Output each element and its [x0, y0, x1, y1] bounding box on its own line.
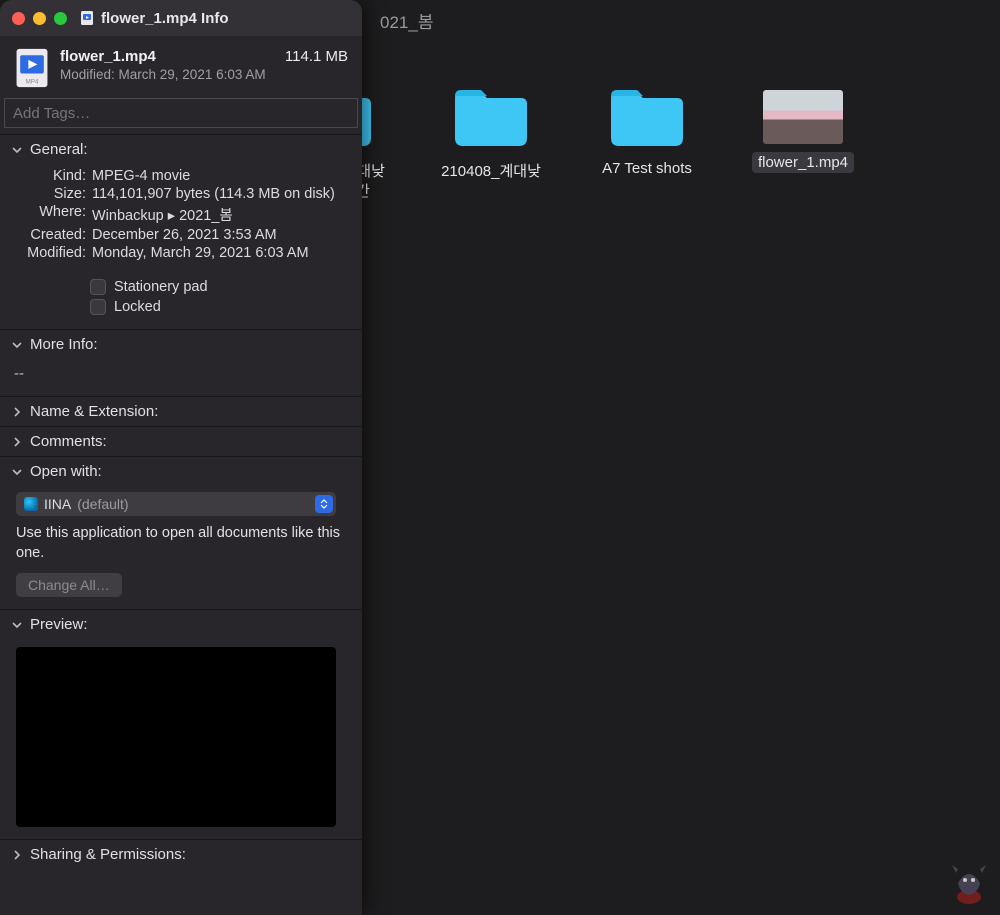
finder-item[interactable]: A7 Test shots [572, 80, 722, 183]
file-icon: MP4 [14, 48, 50, 88]
close-button[interactable] [12, 12, 25, 25]
section-comments: Comments: [0, 426, 362, 456]
locked-row: Locked [90, 299, 350, 315]
summary: MP4 flower_1.mp4 114.1 MB Modified: Marc… [0, 36, 362, 98]
info-window: flower_1.mp4 Info MP4 flower_1.mp4 114.1… [0, 0, 362, 915]
chevron-right-icon [10, 435, 24, 449]
locked-checkbox[interactable] [90, 299, 106, 315]
kind-value: MPEG-4 movie [92, 168, 350, 184]
mascot-icon [948, 855, 990, 905]
section-header[interactable]: Name & Extension: [0, 397, 362, 426]
window-title-text: flower_1.mp4 Info [101, 10, 229, 27]
where-label: Where: [12, 204, 86, 225]
tags-input[interactable] [4, 98, 358, 128]
change-all-button[interactable]: Change All… [16, 573, 122, 597]
finder-item-label: 210408_계대낮 [435, 158, 547, 183]
section-title: Comments: [30, 433, 107, 450]
section-header[interactable]: General: [0, 135, 362, 164]
stationery-row: Stationery pad [90, 279, 350, 295]
chevron-right-icon [10, 405, 24, 419]
section-header[interactable]: More Info: [0, 330, 362, 359]
select-arrows-icon [315, 495, 333, 513]
modified-label: Modified: [12, 245, 86, 261]
folder-icon [607, 80, 687, 150]
titlebar: flower_1.mp4 Info [0, 0, 362, 36]
section-preview: Preview: [0, 609, 362, 827]
svg-text:MP4: MP4 [25, 78, 39, 85]
folder-icon [451, 80, 531, 150]
modified-value: Monday, March 29, 2021 6:03 AM [92, 245, 350, 261]
open-with-app: IINA [44, 496, 71, 512]
section-header[interactable]: Open with: [0, 457, 362, 486]
app-icon [24, 497, 38, 511]
section-sharing: Sharing & Permissions: [0, 839, 362, 869]
file-size: 114.1 MB [285, 48, 348, 65]
window-title: flower_1.mp4 Info [79, 10, 229, 27]
section-general: General: Kind: MPEG-4 movie Size: 114,101,… [0, 134, 362, 329]
chevron-down-icon [10, 338, 24, 352]
finder-item[interactable]: 210408_계대낮 [416, 80, 566, 183]
section-title: More Info: [30, 336, 98, 353]
section-more-info: More Info: -- [0, 329, 362, 396]
size-label: Size: [12, 186, 86, 202]
modified-summary: Modified: March 29, 2021 6:03 AM [60, 67, 348, 82]
stationery-label: Stationery pad [114, 279, 208, 295]
chevron-down-icon [10, 143, 24, 157]
chevron-right-icon [10, 848, 24, 862]
section-title: Sharing & Permissions: [30, 846, 186, 863]
more-info-value: -- [0, 359, 362, 396]
finder-item[interactable]: flower_1.mp4 [728, 80, 878, 183]
finder-item-label: A7 Test shots [596, 158, 698, 179]
size-value: 114,101,907 bytes (114.3 MB on disk) [92, 186, 350, 202]
section-title: Preview: [30, 616, 88, 633]
section-header[interactable]: Preview: [0, 610, 362, 639]
open-with-hint: Use this application to open all documen… [16, 524, 346, 563]
tags-field-wrap [4, 98, 358, 128]
kind-label: Kind: [12, 168, 86, 184]
finder-icon-grid: 210330_계대낮 210408_계대낮 A7 Test shots flow… [260, 80, 1000, 183]
section-title: Name & Extension: [30, 403, 158, 420]
minimize-button[interactable] [33, 12, 46, 25]
open-with-select[interactable]: IINA (default) [16, 492, 336, 516]
chevron-down-icon [10, 618, 24, 632]
section-title: General: [30, 141, 88, 158]
section-open-with: Open with: IINA (default) Use this appli… [0, 456, 362, 609]
open-with-default: (default) [77, 496, 128, 512]
preview-box[interactable] [16, 647, 336, 827]
section-header[interactable]: Sharing & Permissions: [0, 840, 362, 869]
video-thumbnail [763, 90, 843, 144]
zoom-button[interactable] [54, 12, 67, 25]
section-title: Open with: [30, 463, 102, 480]
window-controls [12, 12, 67, 25]
finder-item-label: flower_1.mp4 [752, 152, 854, 173]
file-name: flower_1.mp4 [60, 48, 156, 65]
created-value: December 26, 2021 3:53 AM [92, 227, 350, 243]
finder-title: 021_봄 [380, 8, 433, 33]
where-value: Winbackup ▸ 2021_봄 [92, 204, 350, 225]
created-label: Created: [12, 227, 86, 243]
chevron-down-icon [10, 465, 24, 479]
file-icon [79, 10, 95, 26]
section-header[interactable]: Comments: [0, 427, 362, 456]
section-name-ext: Name & Extension: [0, 396, 362, 426]
stationery-checkbox[interactable] [90, 279, 106, 295]
locked-label: Locked [114, 299, 161, 315]
